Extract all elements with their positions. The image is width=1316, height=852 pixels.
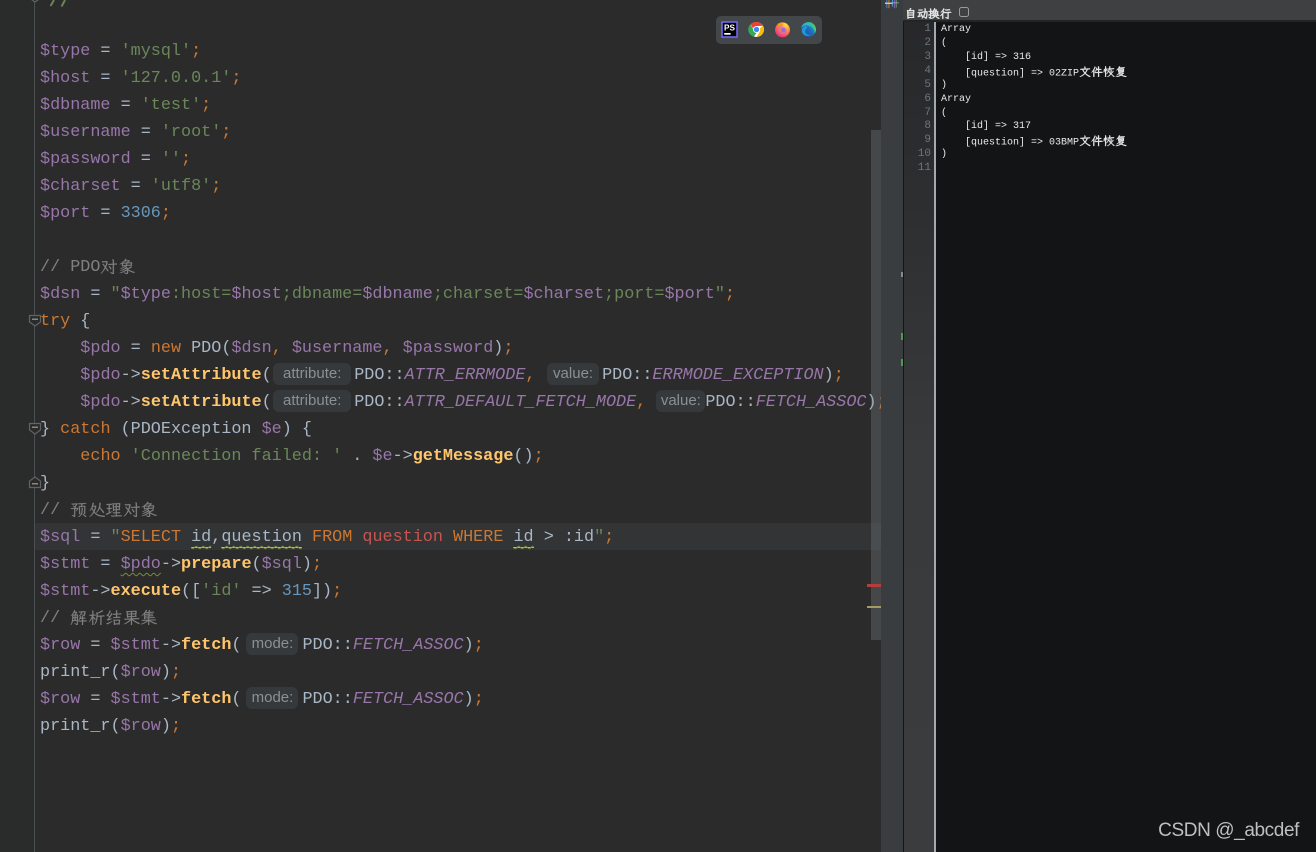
svg-text:PS: PS [724, 24, 735, 33]
